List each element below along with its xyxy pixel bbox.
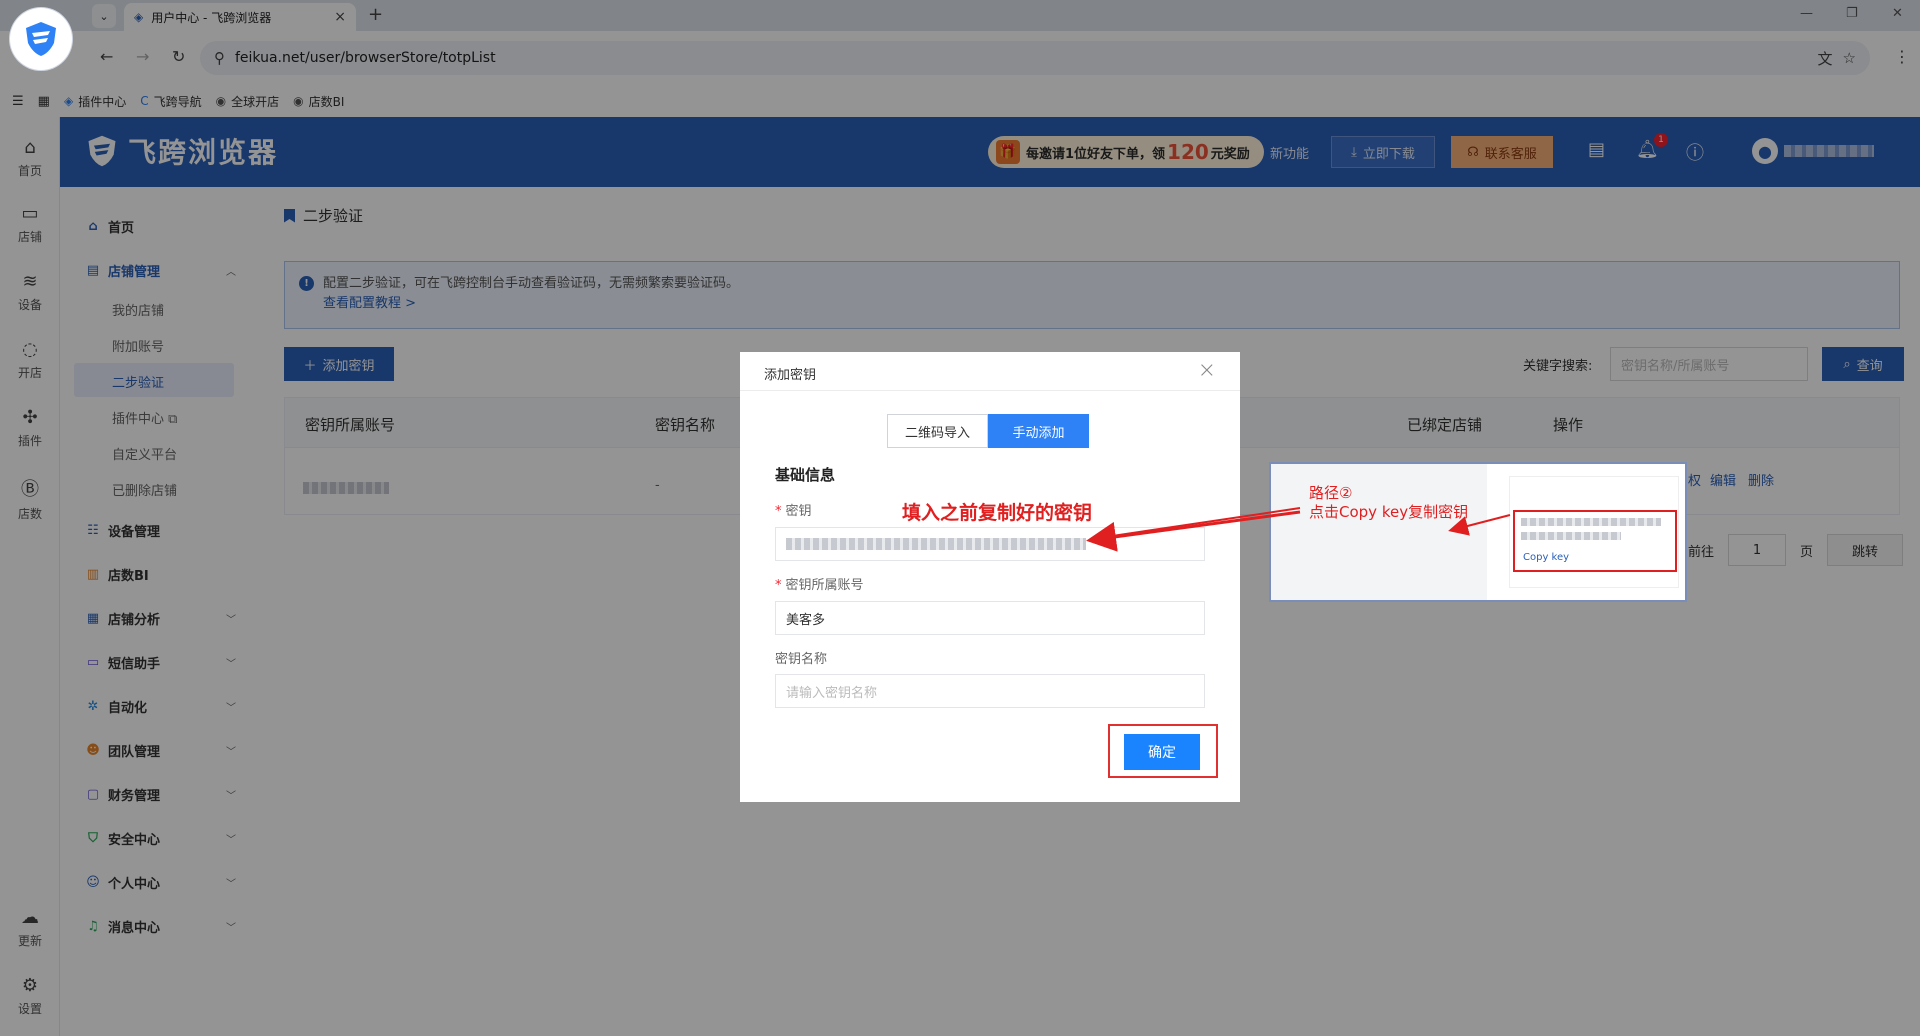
add-key-dialog: 添加密钥 × 二维码导入 手动添加 基础信息 * 密钥 * 密钥所属账号 美客多 密… [740, 352, 1240, 802]
divider [740, 390, 1240, 391]
shield-logo-icon [26, 22, 56, 56]
import-mode-tabs: 二维码导入 手动添加 [887, 414, 1089, 448]
dialog-title: 添加密钥 [764, 368, 817, 383]
browser-logo [10, 8, 72, 70]
tutorial-inset: 路径② 点击Copy key复制密钥 Copy key [1269, 462, 1687, 602]
fill-hint-annotation: 填入之前复制好的密钥 [902, 502, 1093, 524]
confirm-highlight-box: 确定 [1108, 724, 1218, 778]
confirm-button[interactable]: 确定 [1124, 734, 1200, 770]
account-input[interactable]: 美客多 [775, 601, 1205, 635]
copy-key-highlight: Copy key [1513, 510, 1677, 572]
key-name-input[interactable]: 请输入密钥名称 [775, 674, 1205, 708]
secret-input[interactable] [775, 527, 1205, 561]
close-icon[interactable]: × [1198, 358, 1216, 383]
key-name-label: 密钥名称 [775, 652, 828, 667]
secret-value-redacted [786, 538, 1086, 550]
path-annotation: 路径② 点击Copy key复制密钥 [1309, 484, 1469, 521]
tab-qr-import[interactable]: 二维码导入 [887, 414, 988, 448]
section-title: 基础信息 [775, 466, 836, 484]
redacted-line [1521, 518, 1661, 526]
account-label: * 密钥所属账号 [775, 578, 864, 593]
copy-key-link: Copy key [1523, 552, 1570, 563]
secret-label: * 密钥 [775, 504, 812, 519]
redacted-line [1521, 532, 1621, 540]
tab-manual-add[interactable]: 手动添加 [988, 414, 1089, 448]
